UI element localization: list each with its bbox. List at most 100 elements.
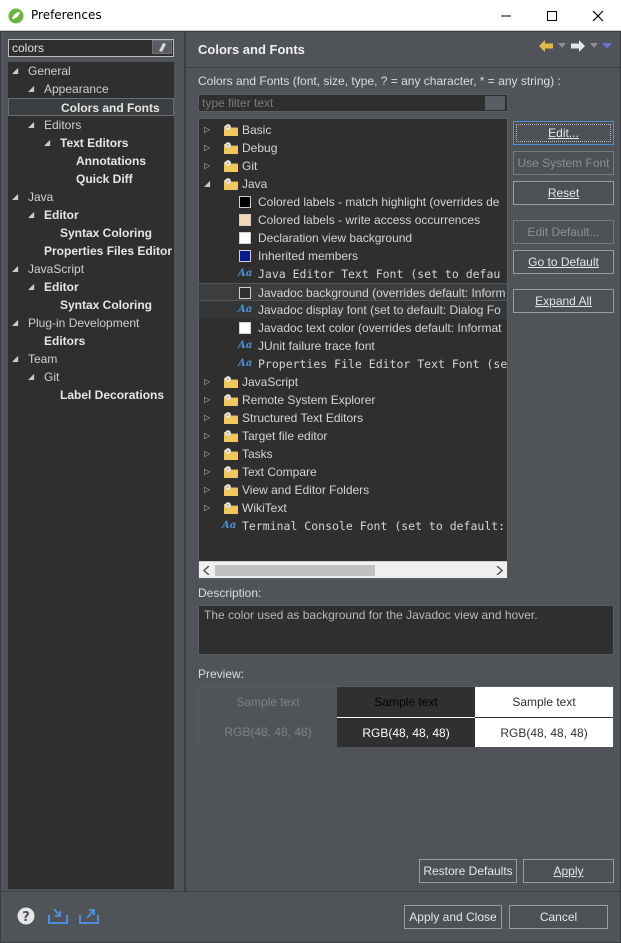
cancel-button[interactable]: Cancel (509, 905, 608, 929)
colors-fonts-tree[interactable]: Aa Terminal Console Font (set to default:… (198, 118, 508, 579)
color-font-item[interactable]: Inherited members (199, 247, 507, 265)
collapsed-arrow-icon[interactable]: ▷ (204, 481, 214, 499)
category-item[interactable]: ◢ Java (199, 175, 507, 193)
preferences-tree-item[interactable]: ◢ Editor (8, 278, 174, 296)
preferences-filter-input[interactable]: colors (8, 39, 174, 57)
preferences-tree-item[interactable]: ◢ Editor (8, 206, 174, 224)
scroll-left-icon[interactable] (203, 566, 211, 575)
restore-defaults-button[interactable]: Restore Defaults (419, 859, 517, 883)
use-system-font-button[interactable]: Use System Font (513, 151, 614, 175)
maximize-button[interactable] (529, 0, 575, 31)
go-to-default-button[interactable]: Go to Default (513, 250, 614, 274)
expanded-arrow-icon[interactable]: ◢ (28, 368, 38, 386)
preferences-tree-item[interactable]: Label Decorations (8, 386, 174, 404)
preferences-tree-item[interactable]: ◢ JavaScript (8, 260, 174, 278)
apply-and-close-button[interactable]: Apply and Close (404, 905, 502, 929)
collapsed-arrow-icon[interactable]: ▷ (204, 373, 214, 391)
expanded-arrow-icon[interactable]: ◢ (44, 134, 54, 152)
color-font-item[interactable]: Javadoc text color (overrides default: I… (199, 319, 507, 337)
collapsed-arrow-icon[interactable]: ▷ (204, 409, 214, 427)
color-font-item[interactable]: Aa Properties File Editor Text Font (se (199, 355, 507, 373)
category-item[interactable]: ▷ Git (199, 157, 507, 175)
expanded-arrow-icon[interactable]: ◢ (12, 260, 22, 278)
color-font-item[interactable]: Javadoc background (overrides default: I… (199, 283, 507, 301)
preferences-tree-item[interactable]: ◢ Text Editors (8, 134, 174, 152)
preferences-tree-item[interactable]: Syntax Coloring (8, 224, 174, 242)
category-item[interactable]: ▷ Structured Text Editors (199, 409, 507, 427)
preferences-tree-item[interactable]: Colors and Fonts (8, 98, 174, 116)
expanded-arrow-icon[interactable]: ◢ (12, 314, 22, 332)
minimize-button[interactable] (483, 0, 529, 31)
color-font-item[interactable]: Colored labels - write access occurrence… (199, 211, 507, 229)
horizontal-scrollbar[interactable] (199, 561, 507, 578)
preferences-tree-item[interactable]: ◢ Team (8, 350, 174, 368)
collapsed-arrow-icon[interactable]: ▷ (204, 445, 214, 463)
type-filter-input[interactable]: type filter text (198, 94, 508, 112)
collapsed-arrow-icon[interactable]: ▷ (204, 157, 214, 175)
forward-dropdown-icon[interactable] (590, 43, 598, 49)
apply-button[interactable]: Apply (523, 859, 614, 883)
scrollbar-thumb[interactable] (215, 565, 375, 576)
expanded-arrow-icon[interactable]: ◢ (12, 188, 22, 206)
preferences-tree-item[interactable]: Editors (8, 332, 174, 350)
expanded-arrow-icon[interactable]: ◢ (28, 278, 38, 296)
preferences-tree-item[interactable]: Properties Files Editor (8, 242, 174, 260)
category-item[interactable]: ▷ Tasks (199, 445, 507, 463)
expanded-arrow-icon[interactable]: ◢ (28, 80, 38, 98)
category-item[interactable]: ▷ JavaScript (199, 373, 507, 391)
collapsed-arrow-icon[interactable]: ▷ (204, 463, 214, 481)
category-item[interactable]: ▷ View and Editor Folders (199, 481, 507, 499)
expand-all-button[interactable]: Expand All (513, 289, 614, 313)
category-item[interactable]: ▷ Basic (199, 121, 507, 139)
close-button[interactable] (575, 0, 621, 31)
color-font-item[interactable]: Declaration view background (199, 229, 507, 247)
preferences-tree-item[interactable]: ◢ Editors (8, 116, 174, 134)
category-item[interactable]: ▷ WikiText (199, 499, 507, 517)
collapsed-arrow-icon[interactable]: ▷ (204, 391, 214, 409)
color-font-item[interactable]: Colored labels - match highlight (overri… (199, 193, 507, 211)
expanded-arrow-icon[interactable]: ◢ (28, 116, 38, 134)
collapsed-arrow-icon[interactable]: ▷ (204, 121, 214, 139)
preferences-tree[interactable]: ◢ General ◢ Appearance Colors and Fonts ◢ Edit… (8, 62, 174, 889)
import-icon[interactable] (47, 907, 69, 925)
color-swatch-icon (239, 322, 251, 334)
color-font-item[interactable]: Aa Javadoc display font (set to default: … (199, 301, 507, 319)
preferences-tree-item[interactable]: ◢ Git (8, 368, 174, 386)
color-font-item[interactable]: Aa Java Editor Text Font (set to defau (199, 265, 507, 283)
preferences-tree-item[interactable]: ◢ Appearance (8, 80, 174, 98)
scroll-right-icon[interactable] (495, 566, 503, 575)
expanded-arrow-icon[interactable]: ◢ (28, 206, 38, 224)
expanded-arrow-icon[interactable]: ◢ (12, 62, 22, 80)
preferences-tree-item[interactable]: ◢ Plug-in Development (8, 314, 174, 332)
back-arrow-icon[interactable] (538, 39, 554, 53)
edit-button[interactable]: Edit... (513, 121, 614, 145)
preferences-tree-item[interactable]: ◢ Java (8, 188, 174, 206)
type-filter-clear-button[interactable] (485, 96, 505, 110)
view-menu-icon[interactable] (602, 43, 612, 49)
reset-button[interactable]: Reset (513, 181, 614, 205)
category-item[interactable]: ▷ Remote System Explorer (199, 391, 507, 409)
category-item[interactable]: ▷ Debug (199, 139, 507, 157)
preferences-tree-item[interactable]: Syntax Coloring (8, 296, 174, 314)
help-icon[interactable]: ? (17, 907, 35, 925)
preferences-tree-item[interactable]: ◢ General (8, 62, 174, 80)
category-item[interactable]: ▷ Text Compare (199, 463, 507, 481)
preferences-tree-item[interactable]: Quick Diff (8, 170, 174, 188)
preferences-tree-item[interactable]: Annotations (8, 152, 174, 170)
color-font-item[interactable]: Aa Terminal Console Font (set to default: (199, 517, 507, 535)
clear-filter-button[interactable] (152, 40, 172, 54)
expanded-arrow-icon[interactable]: ◢ (204, 175, 214, 193)
export-icon[interactable] (78, 907, 100, 925)
color-font-item[interactable]: Aa JUnit failure trace font (199, 337, 507, 355)
panel-splitter[interactable] (184, 31, 186, 891)
forward-arrow-icon[interactable] (570, 39, 586, 53)
category-item[interactable]: ▷ Target file editor (199, 427, 507, 445)
expanded-arrow-icon[interactable]: ◢ (12, 350, 22, 368)
collapsed-arrow-icon[interactable]: ▷ (204, 427, 214, 445)
font-icon: Aa (222, 520, 237, 531)
color-font-item-label: Java (242, 177, 268, 191)
back-dropdown-icon[interactable] (558, 43, 566, 49)
edit-default-button[interactable]: Edit Default... (513, 220, 614, 244)
collapsed-arrow-icon[interactable]: ▷ (204, 499, 214, 517)
collapsed-arrow-icon[interactable]: ▷ (204, 139, 214, 157)
